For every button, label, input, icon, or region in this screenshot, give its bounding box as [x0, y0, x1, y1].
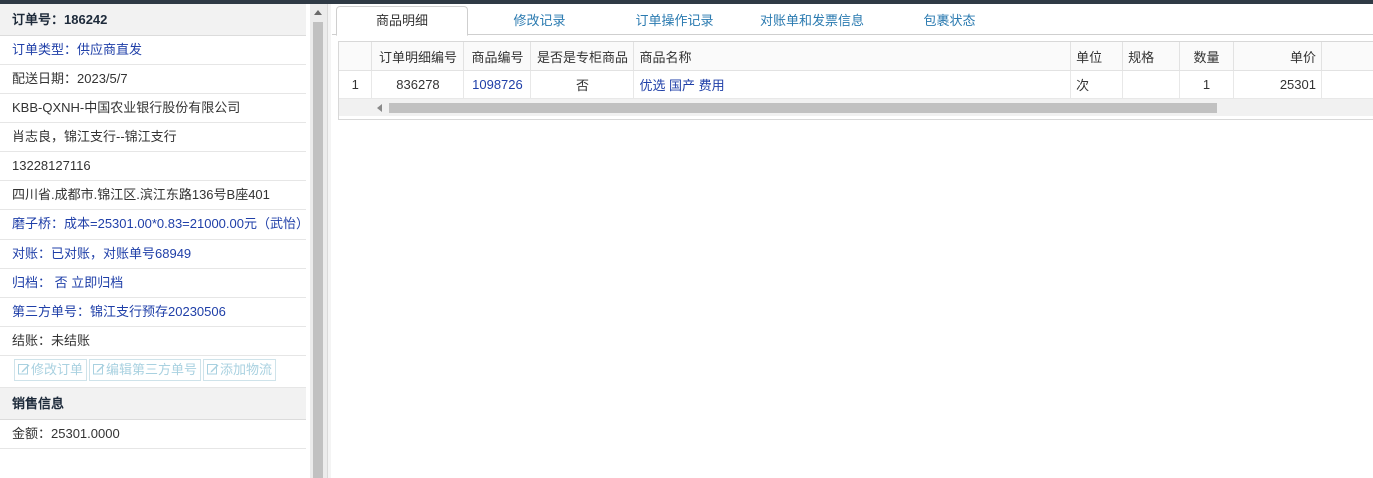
- add-logistics-button[interactable]: 添加物流: [203, 358, 277, 381]
- row-index: 1: [339, 70, 373, 99]
- archive-status[interactable]: 归档： 否 立即归档: [0, 269, 306, 298]
- cell-is-counter: 否: [530, 70, 635, 99]
- tab-statement-invoice[interactable]: 对账单和发票信息: [747, 7, 877, 34]
- cell-spec: [1122, 70, 1181, 99]
- horizontal-scrollbar-thumb[interactable]: [389, 103, 1217, 113]
- contact-person: 肖志良，锦江支行--锦江支行: [0, 123, 306, 152]
- cell-unit: 次: [1070, 70, 1124, 99]
- edit-order-button[interactable]: 修改订单: [14, 358, 88, 381]
- column-header-extra: [1321, 42, 1373, 71]
- third-party-number: 第三方单号：锦江支行预存20230506: [0, 298, 306, 327]
- edit-icon: [207, 363, 219, 374]
- customer-name: KBB-QXNH-中国农业银行股份有限公司: [0, 94, 306, 123]
- column-header[interactable]: 数量: [1179, 42, 1235, 71]
- edit-third-party-label: 编辑第三方单号: [106, 361, 198, 377]
- scrollbar-thumb[interactable]: [313, 22, 323, 478]
- edit-order-label: 修改订单: [31, 361, 84, 377]
- edit-icon: [18, 363, 30, 374]
- column-header[interactable]: 单价: [1233, 42, 1322, 71]
- order-type: 订单类型：供应商直发: [0, 36, 306, 65]
- column-header[interactable]: 规格: [1122, 42, 1181, 71]
- grid-horizontal-scrollbar[interactable]: [339, 99, 1373, 116]
- phone-number: 13228127116: [0, 152, 306, 181]
- column-header-index: [339, 42, 373, 71]
- column-header[interactable]: 单位: [1070, 42, 1124, 71]
- column-header[interactable]: 商品编号: [463, 42, 532, 71]
- cell-quantity: 1: [1179, 70, 1235, 99]
- tab-product-detail[interactable]: 商品明细: [336, 6, 468, 36]
- table-row[interactable]: 1 836278 1098726 否 优选 国产 费用 次 1 25301: [339, 70, 1373, 99]
- tab-package-status[interactable]: 包裹状态: [902, 7, 997, 34]
- panel-divider[interactable]: [327, 4, 331, 478]
- order-note: 磨子桥：成本=25301.00*0.83=21000.00元（武怡）: [0, 210, 309, 240]
- detail-tabs: 商品明细 修改记录 订单操作记录 对账单和发票信息 包裹状态: [332, 4, 1373, 36]
- settlement-status: 结账：未结账: [0, 327, 306, 356]
- tab-order-operation-log[interactable]: 订单操作记录: [617, 7, 732, 34]
- column-header[interactable]: 是否是专柜商品: [530, 42, 635, 71]
- reconcile-status[interactable]: 对账：已对账，对账单号68949: [0, 240, 306, 269]
- delivery-date: 配送日期：2023/5/7: [0, 65, 306, 94]
- sales-info-header: 销售信息: [0, 387, 306, 420]
- sales-amount: 金额：25301.0000: [0, 420, 306, 449]
- edit-icon: [93, 363, 105, 374]
- column-header[interactable]: 商品名称: [633, 42, 1072, 71]
- add-logistics-label: 添加物流: [220, 361, 273, 377]
- left-panel-scrollbar[interactable]: [310, 4, 327, 478]
- delivery-address: 四川省.成都市.锦江区.滨江东路136号B座401: [0, 181, 306, 210]
- action-buttons: 修改订单 编辑第三方单号 添加物流: [0, 356, 306, 388]
- product-grid: 订单明细编号 商品编号 是否是专柜商品 商品名称 单位 规格 数量 单价 1 8…: [338, 41, 1373, 120]
- cell-unit-price: 25301: [1233, 70, 1322, 99]
- cell-detail-id: 836278: [371, 70, 465, 99]
- order-number-header: 订单号：186242: [0, 4, 306, 36]
- order-info-panel: 订单号：186242 订单类型：供应商直发 配送日期：2023/5/7 KBB-…: [0, 4, 311, 478]
- table-header-row: 订单明细编号 商品编号 是否是专柜商品 商品名称 单位 规格 数量 单价: [339, 42, 1373, 71]
- edit-third-party-button[interactable]: 编辑第三方单号: [89, 358, 202, 381]
- cell-extra: [1321, 70, 1373, 99]
- product-table: 订单明细编号 商品编号 是否是专柜商品 商品名称 单位 规格 数量 单价 1 8…: [339, 42, 1373, 99]
- tab-modify-log[interactable]: 修改记录: [482, 7, 597, 34]
- scroll-left-arrow-icon[interactable]: [377, 104, 382, 112]
- cell-product-id-link[interactable]: 1098726: [463, 70, 532, 99]
- cell-product-name-link[interactable]: 优选 国产 费用: [633, 70, 1072, 99]
- scroll-up-arrow-icon[interactable]: [314, 10, 322, 15]
- column-header[interactable]: 订单明细编号: [371, 42, 465, 71]
